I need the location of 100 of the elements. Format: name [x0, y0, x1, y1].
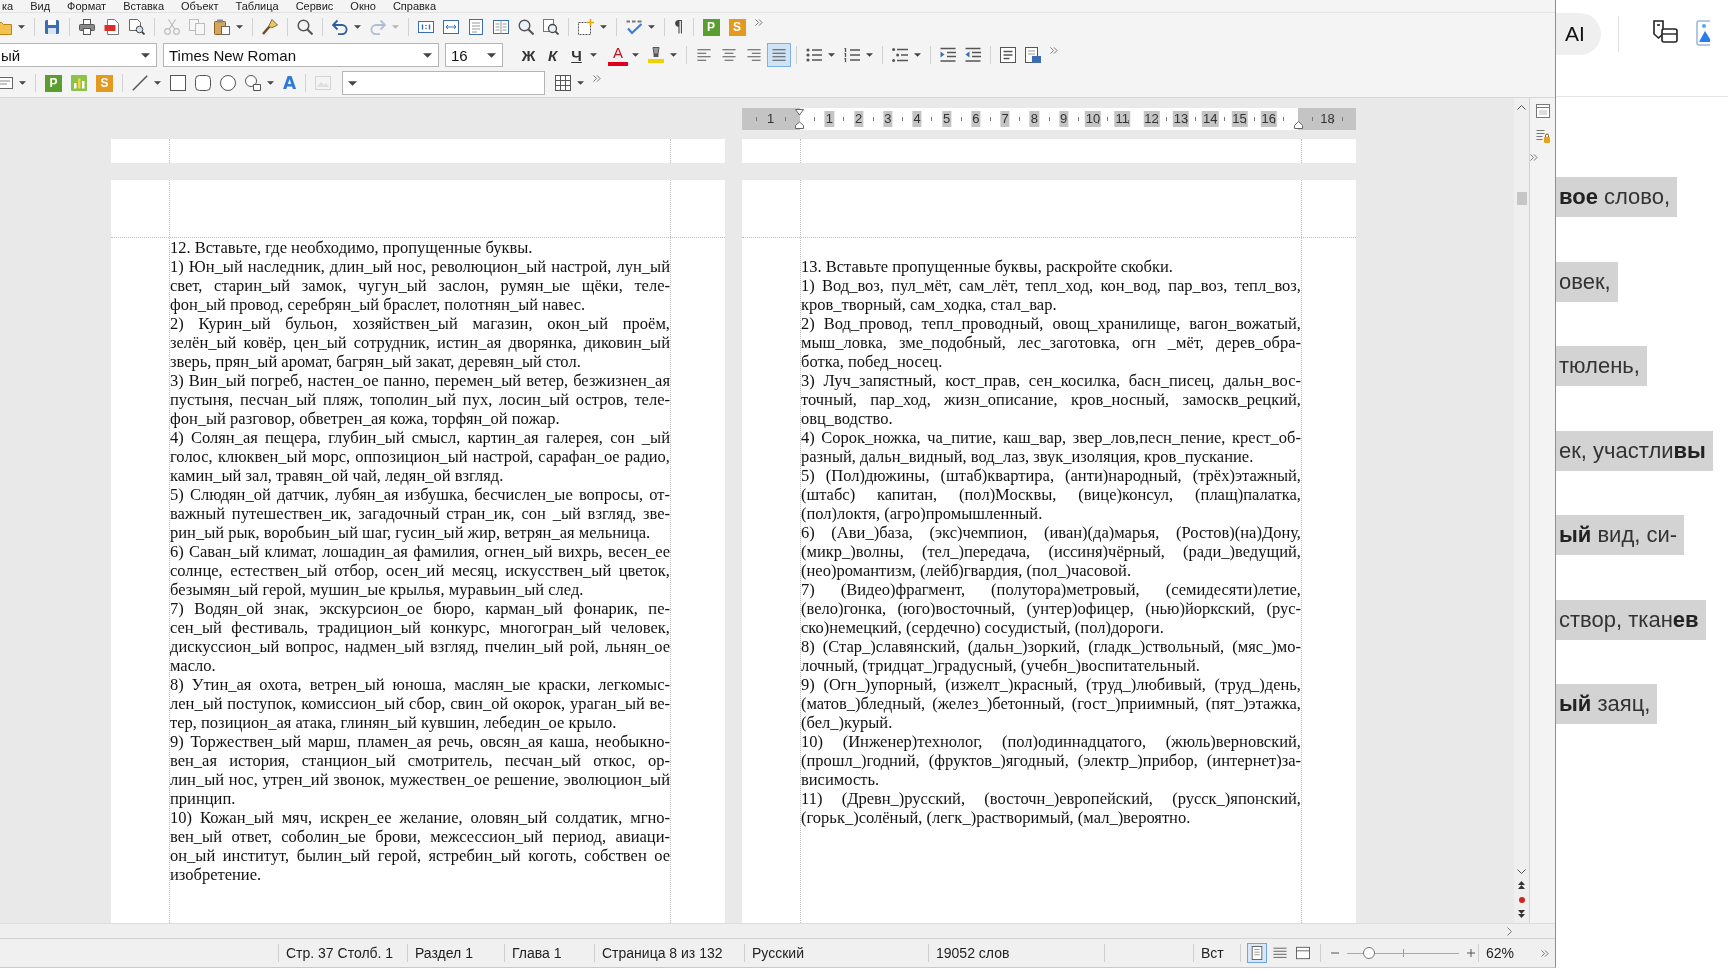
indent-marker-icon[interactable]	[1294, 121, 1303, 129]
undo-icon[interactable]	[332, 19, 348, 35]
word-count[interactable]: 19052 слов	[936, 945, 1010, 961]
expand-icon[interactable]	[1530, 154, 1538, 161]
search-icon[interactable]	[297, 19, 313, 35]
caret-icon[interactable]	[632, 53, 639, 57]
caret-icon[interactable]	[577, 81, 585, 85]
menu-item[interactable]: ка	[2, 0, 14, 12]
scroll-down-icon[interactable]	[1517, 869, 1526, 874]
caret-icon[interactable]	[423, 52, 432, 58]
zoom-icon[interactable]	[518, 19, 534, 35]
font-size-field[interactable]: 16	[445, 43, 503, 67]
print-preview-icon[interactable]	[129, 19, 145, 35]
caret-icon[interactable]	[348, 80, 358, 86]
save-icon[interactable]	[44, 19, 60, 35]
pdf-icon[interactable]	[104, 19, 120, 35]
rounded-rectangle-icon[interactable]	[195, 75, 211, 91]
line-icon[interactable]	[132, 75, 148, 91]
clipboard-icon[interactable]	[214, 19, 230, 35]
page-icon[interactable]	[468, 19, 484, 35]
align-justify-button[interactable]	[767, 43, 791, 67]
caret-icon[interactable]	[487, 52, 496, 58]
menu-item[interactable]: Таблица	[235, 0, 279, 12]
font-name-field[interactable]: Times New Roman	[163, 43, 439, 67]
scroll-right-icon[interactable]	[1507, 926, 1512, 936]
bold-button[interactable]: Ж	[517, 43, 540, 67]
actual-size-icon[interactable]	[418, 19, 434, 35]
previous-page-icon[interactable]	[1518, 881, 1525, 889]
document-language[interactable]: Русский	[752, 945, 804, 961]
increase-indent-icon[interactable]	[940, 47, 956, 63]
paintbrush-icon[interactable]	[262, 19, 278, 35]
caret-icon[interactable]	[141, 52, 150, 58]
zoom-in-icon[interactable]	[1467, 949, 1475, 957]
numbered-list-icon[interactable]	[844, 47, 860, 63]
scrollbar-thumb[interactable]	[1516, 192, 1527, 205]
menu-item[interactable]: Справка	[392, 0, 437, 12]
chevron-icon[interactable]	[593, 75, 602, 82]
caret-icon[interactable]	[866, 53, 873, 57]
menu-item[interactable]: Вставка	[123, 0, 165, 12]
next-page-icon[interactable]	[1518, 910, 1525, 918]
chevron-icon[interactable]	[1541, 950, 1549, 957]
scroll-up-icon[interactable]	[1517, 105, 1526, 110]
circle-icon[interactable]	[220, 75, 236, 91]
menu-item[interactable]: Формат	[67, 0, 107, 12]
navigation-dot-icon[interactable]	[1518, 897, 1525, 903]
insert-frame-icon[interactable]	[578, 19, 594, 35]
object-icon[interactable]	[0, 75, 13, 91]
zoom-percentage[interactable]: 62%	[1486, 945, 1515, 961]
caret-icon[interactable]	[18, 25, 25, 29]
caret-icon[interactable]	[354, 25, 361, 29]
caret-icon[interactable]	[828, 53, 835, 57]
properties-icon[interactable]	[1535, 104, 1550, 118]
page-width-icon[interactable]	[443, 19, 459, 35]
font-color-button[interactable]: A	[608, 44, 628, 66]
table-icon[interactable]	[555, 75, 572, 91]
chevron-icon[interactable]	[754, 19, 763, 26]
caret-icon[interactable]	[648, 25, 655, 29]
menu-item[interactable]: Сервис	[295, 0, 334, 12]
menu-item[interactable]: Вид	[30, 0, 51, 12]
insert-mode[interactable]: Вст	[1201, 945, 1224, 961]
folder-icon[interactable]	[0, 19, 12, 35]
caret-icon[interactable]	[670, 53, 677, 57]
slider-thumb[interactable]	[1363, 947, 1376, 959]
caret-icon[interactable]	[590, 53, 597, 57]
ai-button[interactable]: AI	[1556, 13, 1601, 55]
vertical-scrollbar[interactable]	[1514, 98, 1529, 923]
single-page-view-button[interactable]	[1247, 943, 1267, 963]
caret-icon[interactable]	[154, 81, 161, 85]
page-count[interactable]: Страница 8 из 132	[602, 945, 723, 961]
caret-icon[interactable]	[600, 25, 607, 29]
fontwork-button[interactable]: A	[279, 73, 301, 93]
formatting-marks-button[interactable]: ¶	[670, 17, 688, 37]
zoom-page-icon[interactable]	[543, 19, 559, 35]
horizontal-scrollbar[interactable]	[0, 923, 1555, 938]
two-column-page-icon[interactable]	[493, 19, 509, 35]
outline-list-icon[interactable]	[892, 47, 908, 63]
caret-icon[interactable]	[19, 81, 26, 85]
chevron-icon[interactable]	[1050, 47, 1058, 54]
indent-marker-icon[interactable]	[795, 109, 804, 129]
styles-icon[interactable]	[1535, 129, 1550, 143]
spellcheck-icon[interactable]	[626, 19, 642, 35]
printer-icon[interactable]	[79, 19, 95, 35]
caret-icon[interactable]	[914, 53, 921, 57]
picture-icon[interactable]	[1695, 20, 1710, 46]
menu-item[interactable]: Окно	[350, 0, 376, 12]
underline-button[interactable]: Ч	[565, 43, 588, 67]
combo-field[interactable]	[342, 71, 546, 95]
bulleted-list-icon[interactable]	[806, 47, 822, 63]
italic-button[interactable]: К	[541, 43, 564, 67]
overlapping-cards-icon[interactable]	[1651, 20, 1678, 46]
decrease-indent-icon[interactable]	[965, 47, 981, 63]
paragraph-style-field[interactable]: ый	[0, 43, 157, 67]
menu-item[interactable]: Объект	[181, 0, 219, 12]
text-box-icon[interactable]	[1000, 47, 1016, 63]
caret-icon[interactable]	[236, 25, 243, 29]
page-settings-icon[interactable]	[1025, 47, 1041, 63]
caret-icon[interactable]	[267, 81, 274, 85]
rectangle-icon[interactable]	[170, 75, 186, 91]
shapes-icon[interactable]	[245, 75, 261, 91]
highlighter-icon[interactable]	[648, 47, 664, 63]
